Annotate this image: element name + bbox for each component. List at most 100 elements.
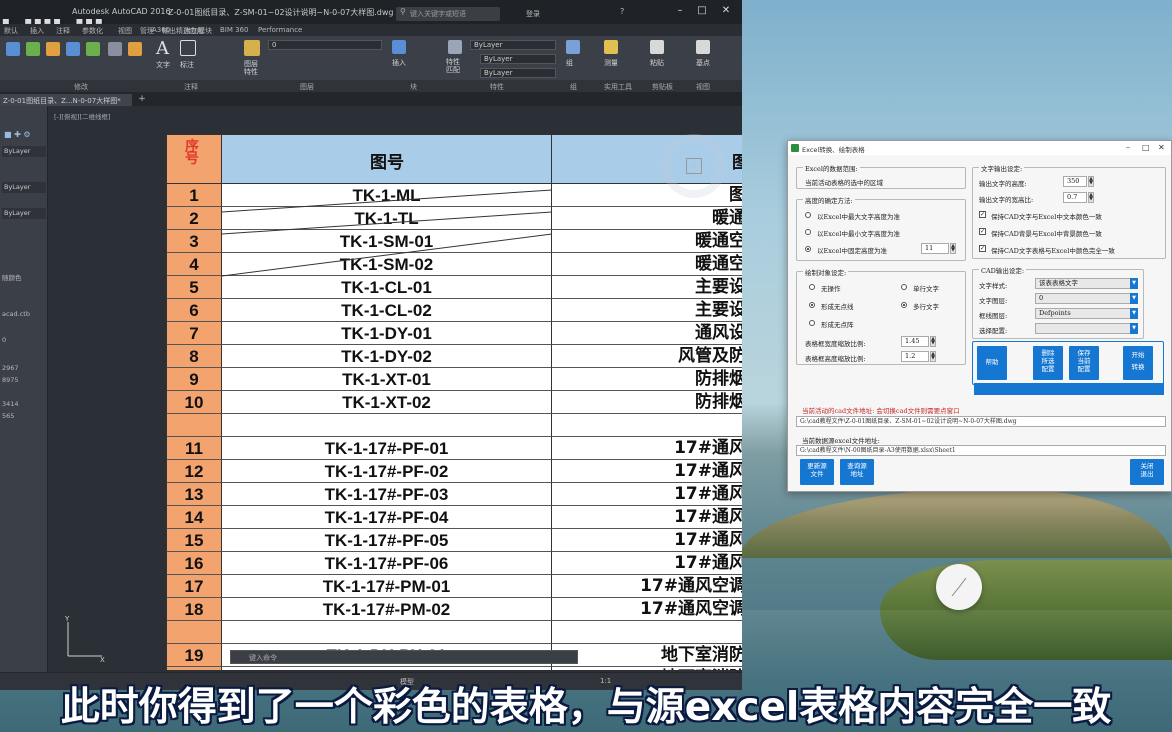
draw-radio-none[interactable] xyxy=(809,284,815,290)
copy-icon[interactable] xyxy=(66,42,80,56)
array-icon[interactable] xyxy=(128,42,142,56)
minimize-button[interactable]: – xyxy=(672,4,688,18)
draw-radio-multi[interactable] xyxy=(901,302,907,308)
document-tab[interactable]: Z-0-01图纸目录、Z...N-0-07大样图* xyxy=(0,94,132,106)
table-row[interactable] xyxy=(166,621,742,644)
cad-colored-table[interactable]: 序号 图号 图 1TK-1-ML图2TK-1-TL暖通3TK-1-SM-01暖通… xyxy=(166,134,742,670)
text-height-spinner[interactable]: ▲ ▼ xyxy=(1088,176,1094,187)
text-style-dropdown[interactable]: ▼ xyxy=(1130,278,1138,289)
viewport-label[interactable]: [-][俯视][二维线框] xyxy=(54,111,111,121)
group-icon[interactable] xyxy=(566,40,580,54)
table-row[interactable]: 18 TK-1-17#-PM-02 17#通风空调 xyxy=(166,598,742,621)
table-row[interactable]: 16 TK-1-17#-PF-06 17#通风 xyxy=(166,552,742,575)
delete-config-button[interactable]: 删除 所选 配置 xyxy=(1033,346,1063,380)
text-icon[interactable]: A xyxy=(156,38,169,59)
table-row[interactable] xyxy=(166,414,742,437)
new-tab-button[interactable]: + xyxy=(136,94,148,106)
base-point-icon[interactable] xyxy=(696,40,710,54)
table-row[interactable]: 17 TK-1-17#-PM-01 17#通风空调 xyxy=(166,575,742,598)
width-ratio-spinner[interactable]: ▲ ▼ xyxy=(930,336,936,347)
tab-default[interactable]: 默认 xyxy=(4,26,18,36)
tab-insert[interactable]: 插入 xyxy=(30,26,44,36)
keep-text-color-checkbox[interactable]: ✓ xyxy=(979,211,986,218)
paste-icon[interactable] xyxy=(650,40,664,54)
frame-layer-dropdown[interactable]: ▼ xyxy=(1130,308,1138,319)
close-button[interactable]: ✕ xyxy=(718,4,734,18)
table-row[interactable]: 13 TK-1-17#-PF-03 17#通风 xyxy=(166,483,742,506)
table-row[interactable]: 11 TK-1-17#-PF-01 17#通风 xyxy=(166,437,742,460)
dialog-close-button[interactable]: ✕ xyxy=(1158,143,1165,152)
draw-radio-lines[interactable] xyxy=(809,302,815,308)
help-icon[interactable]: ? xyxy=(620,7,624,16)
maximize-button[interactable]: □ xyxy=(694,4,710,18)
tab-view[interactable]: 视图 xyxy=(118,26,132,36)
draw-radio-single[interactable] xyxy=(901,284,907,290)
palette-color[interactable]: ByLayer xyxy=(2,146,46,157)
match-properties-icon[interactable] xyxy=(448,40,462,54)
width-ratio-input[interactable]: 1.45 xyxy=(901,336,929,347)
measure-icon[interactable] xyxy=(604,40,618,54)
tab-featured[interactable]: 精选应用 xyxy=(176,26,204,36)
text-width-input[interactable]: 0.7 xyxy=(1063,192,1087,203)
tab-annotate[interactable]: 注释 xyxy=(56,26,70,36)
text-layer-dropdown[interactable]: ▼ xyxy=(1130,293,1138,304)
user-login[interactable]: 登录 xyxy=(526,9,540,19)
layer-dropdown[interactable]: 0 xyxy=(268,40,382,50)
table-row[interactable]: 9 TK-1-XT-01 防排烟 xyxy=(166,368,742,391)
height-radio-min[interactable] xyxy=(805,229,811,235)
rotate-icon[interactable] xyxy=(26,42,40,56)
table-row[interactable]: 14 TK-1-17#-PF-04 17#通风 xyxy=(166,506,742,529)
text-width-spinner[interactable]: ▲ ▼ xyxy=(1088,192,1094,203)
move-icon[interactable] xyxy=(6,42,20,56)
tab-bim360[interactable]: BIM 360 xyxy=(220,26,249,34)
search-input[interactable]: 键入关键字或短语 xyxy=(396,7,500,21)
lineweight-dropdown[interactable]: ByLayer xyxy=(480,68,556,78)
viewcube[interactable]: 上 xyxy=(662,134,726,198)
height-radio-max[interactable] xyxy=(805,212,811,218)
table-row[interactable]: 15 TK-1-17#-PF-05 17#通风 xyxy=(166,529,742,552)
command-line-input[interactable]: 键入命令 xyxy=(230,650,578,664)
palette-linetype[interactable]: ByLayer xyxy=(2,182,46,193)
table-row[interactable]: 7 TK-1-DY-01 通风设 xyxy=(166,322,742,345)
palette-lineweight[interactable]: ByLayer xyxy=(2,208,46,219)
save-config-button[interactable]: 保存 当前 配置 xyxy=(1069,346,1099,380)
fillet-icon[interactable] xyxy=(108,42,122,56)
draw-radio-dots[interactable] xyxy=(809,320,815,326)
cad-path-field[interactable]: G:\cad教程文件\Z-0-01图纸目录、Z-SM-01~02设计说明~N-0… xyxy=(796,416,1166,427)
drawing-canvas[interactable]: [-][俯视][二维线框] 序号 图号 图 1TK-1-ML图2TK-1-TL暖… xyxy=(50,106,742,670)
table-row[interactable]: 8 TK-1-DY-02 风管及防 xyxy=(166,345,742,368)
trim-icon[interactable] xyxy=(46,42,60,56)
table-row[interactable]: 20TK-1-DX-PX-02 地下室消防 xyxy=(166,667,742,670)
viewcube-face[interactable]: 上 xyxy=(686,158,702,174)
linetype-dropdown[interactable]: ByLayer xyxy=(480,54,556,64)
insert-block-icon[interactable] xyxy=(392,40,406,54)
color-dropdown[interactable]: ByLayer xyxy=(470,40,556,50)
height-ratio-input[interactable]: 1.2 xyxy=(901,351,929,362)
table-row[interactable]: 10 TK-1-XT-02 防排烟 xyxy=(166,391,742,414)
height-radio-fixed[interactable] xyxy=(805,246,811,252)
text-style-select[interactable]: 该表表格文字 xyxy=(1035,278,1131,289)
mirror-icon[interactable] xyxy=(86,42,100,56)
tab-parametric[interactable]: 参数化 xyxy=(82,26,103,36)
dimension-icon[interactable] xyxy=(180,40,196,56)
height-fixed-input[interactable]: 11 xyxy=(921,243,949,254)
layer-properties-icon[interactable] xyxy=(244,40,260,56)
dialog-minimize-button[interactable]: – xyxy=(1126,143,1130,152)
text-height-input[interactable]: 350 xyxy=(1063,176,1087,187)
update-source-button[interactable]: 更新源 文件 xyxy=(800,459,834,485)
table-row[interactable]: 5 TK-1-CL-01 主要设 xyxy=(166,276,742,299)
height-fixed-spinner[interactable]: ▲ ▼ xyxy=(950,243,956,254)
help-button[interactable]: 帮助 xyxy=(977,346,1007,380)
table-row[interactable]: 6 TK-1-CL-02 主要设 xyxy=(166,299,742,322)
keep-bg-color-checkbox[interactable]: ✓ xyxy=(979,228,986,235)
tab-performance[interactable]: Performance xyxy=(258,26,302,34)
dialog-maximize-button[interactable]: □ xyxy=(1142,143,1150,152)
text-layer-select[interactable]: 0 xyxy=(1035,293,1131,304)
compass-icon[interactable] xyxy=(936,564,982,610)
excel-path-field[interactable]: G:\cad教程文件\N-00图纸目录-A3使用数据.xlsx\Sheet1 xyxy=(796,445,1166,456)
query-source-button[interactable]: 查询源 地址 xyxy=(840,459,874,485)
frame-layer-select[interactable]: Defpoints xyxy=(1035,308,1131,319)
start-convert-button[interactable]: 开始 转换 xyxy=(1123,346,1153,380)
keep-all-color-checkbox[interactable]: ✓ xyxy=(979,245,986,252)
config-select[interactable] xyxy=(1035,323,1131,334)
